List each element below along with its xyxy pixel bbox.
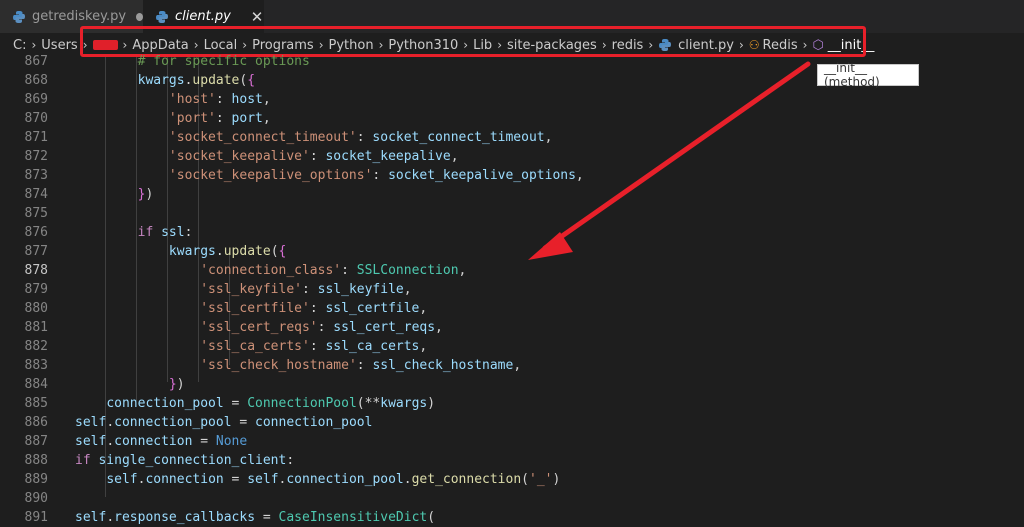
line-number: 870 <box>24 111 48 126</box>
line-number: 875 <box>24 206 48 221</box>
line-number: 891 <box>24 510 48 525</box>
code-text: 'ssl_ca_certs': ssl_ca_certs, <box>200 339 428 354</box>
code-line[interactable]: 890 <box>0 489 1024 508</box>
breadcrumb-item[interactable]: Users <box>41 38 77 53</box>
code-line[interactable]: 880 'ssl_certfile': ssl_certfile, <box>0 299 1024 318</box>
code-line[interactable]: 871 'socket_connect_timeout': socket_con… <box>0 128 1024 147</box>
code-text: self.response_callbacks = CaseInsensitiv… <box>75 510 436 525</box>
python-file-icon <box>12 10 26 24</box>
line-number: 873 <box>24 168 48 183</box>
code-line[interactable]: 876 if ssl: <box>0 223 1024 242</box>
line-number: 888 <box>24 453 48 468</box>
code-line[interactable]: 869 'host': host, <box>0 90 1024 109</box>
code-text: if single_connection_client: <box>75 453 295 468</box>
line-number: 889 <box>24 472 48 487</box>
breadcrumb-item[interactable]: C: <box>13 38 26 53</box>
code-line[interactable]: 875 <box>0 204 1024 223</box>
code-line[interactable]: 881 'ssl_cert_reqs': ssl_cert_reqs, <box>0 318 1024 337</box>
close-icon[interactable]: ✕ <box>251 8 264 26</box>
line-number: 869 <box>24 92 48 107</box>
code-text: kwargs.update({ <box>168 244 287 259</box>
line-number: 872 <box>24 149 48 164</box>
code-text: # for specific options <box>137 54 310 69</box>
code-text: 'ssl_certfile': ssl_certfile, <box>200 301 428 316</box>
line-number: 881 <box>24 320 48 335</box>
code-text: }) <box>168 377 185 392</box>
code-line[interactable]: 884 }) <box>0 375 1024 394</box>
code-line[interactable]: 877 kwargs.update({ <box>0 242 1024 261</box>
code-line[interactable]: 872 'socket_keepalive': socket_keepalive… <box>0 147 1024 166</box>
code-text: connection_pool = ConnectionPool(**kwarg… <box>106 396 436 411</box>
line-number: 879 <box>24 282 48 297</box>
code-text: }) <box>137 187 154 202</box>
code-line[interactable]: 886 self.connection_pool = connection_poo… <box>0 413 1024 432</box>
code-line[interactable]: 887 self.connection = None <box>0 432 1024 451</box>
code-text: 'connection_class': SSLConnection, <box>200 263 467 278</box>
code-text: 'ssl_keyfile': ssl_keyfile, <box>200 282 412 297</box>
line-number: 887 <box>24 434 48 449</box>
code-line[interactable]: 891 self.response_callbacks = CaseInsensi… <box>0 508 1024 527</box>
line-number: 874 <box>24 187 48 202</box>
code-line[interactable]: 879 'ssl_keyfile': ssl_keyfile, <box>0 280 1024 299</box>
tab-label: client.py <box>175 9 231 24</box>
line-number: 877 <box>24 244 48 259</box>
code-line[interactable]: 883 'ssl_check_hostname': ssl_check_host… <box>0 356 1024 375</box>
code-text: 'socket_keepalive': socket_keepalive, <box>168 149 459 164</box>
line-number: 885 <box>24 396 48 411</box>
code-text: 'socket_connect_timeout': socket_connect… <box>168 130 553 145</box>
code-editor[interactable]: 867 # for specific options 868 kwargs.upd… <box>0 54 1024 525</box>
code-line[interactable]: 889 self.connection = self.connection_po… <box>0 470 1024 489</box>
unsaved-dot-icon <box>136 12 143 21</box>
code-text: 'ssl_check_hostname': ssl_check_hostname… <box>200 358 522 373</box>
line-number: 880 <box>24 301 48 316</box>
line-number: 884 <box>24 377 48 392</box>
line-number: 890 <box>24 491 48 506</box>
code-text: 'port': port, <box>168 111 271 126</box>
line-number: 867 <box>24 54 48 69</box>
line-number: 868 <box>24 73 48 88</box>
line-number: 871 <box>24 130 48 145</box>
tab-label: getrediskey.py <box>32 9 127 24</box>
code-text: kwargs.update({ <box>137 73 256 88</box>
line-number: 876 <box>24 225 48 240</box>
line-number: 882 <box>24 339 48 354</box>
code-text: 'ssl_cert_reqs': ssl_cert_reqs, <box>200 320 443 335</box>
code-line[interactable]: 868 kwargs.update({ <box>0 71 1024 90</box>
code-line[interactable]: 873 'socket_keepalive_options': socket_k… <box>0 166 1024 185</box>
code-text: if ssl: <box>137 225 193 240</box>
code-text: self.connection_pool = connection_pool <box>75 415 373 430</box>
code-line[interactable]: 874 }) <box>0 185 1024 204</box>
code-line[interactable]: 878 'connection_class': SSLConnection, <box>0 261 1024 280</box>
code-text: 'host': host, <box>168 92 271 107</box>
code-line[interactable]: 867 # for specific options <box>0 52 1024 71</box>
chevron-right-icon: › <box>31 38 37 52</box>
line-number: 883 <box>24 358 48 373</box>
line-number: 886 <box>24 415 48 430</box>
code-line[interactable]: 888 if single_connection_client: <box>0 451 1024 470</box>
code-line[interactable]: 885 connection_pool = ConnectionPool(**k… <box>0 394 1024 413</box>
code-text: 'socket_keepalive_options': socket_keepa… <box>168 168 584 183</box>
code-line[interactable]: 882 'ssl_ca_certs': ssl_ca_certs, <box>0 337 1024 356</box>
line-number: 878 <box>24 263 48 278</box>
python-file-icon <box>155 10 169 24</box>
code-text: self.connection = None <box>75 434 248 449</box>
code-line[interactable]: 870 'port': port, <box>0 109 1024 128</box>
code-text: self.connection = self.connection_pool.g… <box>106 472 561 487</box>
